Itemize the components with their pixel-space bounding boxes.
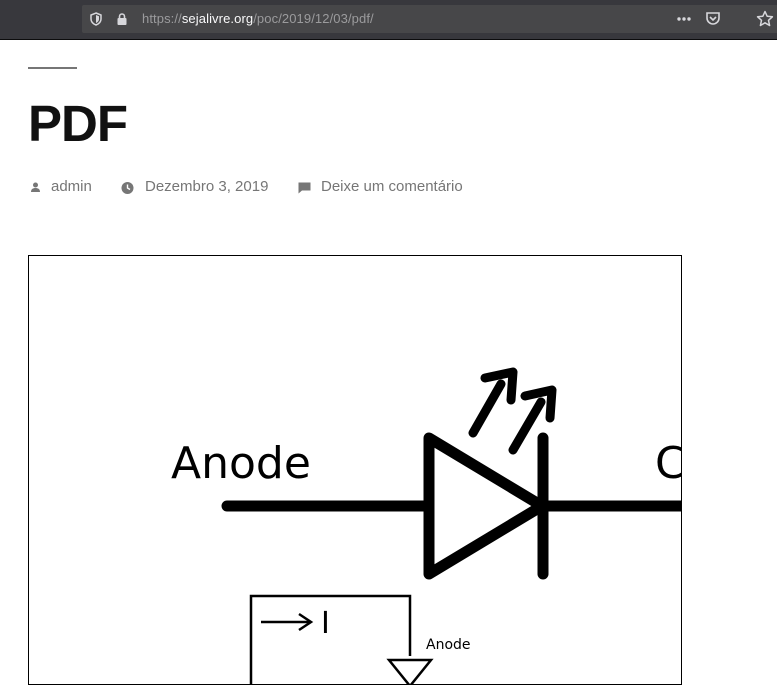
small-diode-triangle [386, 658, 434, 684]
comment-link[interactable]: Deixe um comentário [321, 178, 463, 195]
date-link[interactable]: Dezembro 3, 2019 [145, 178, 268, 195]
page-actions-icon[interactable] [675, 10, 693, 28]
pocket-icon[interactable] [704, 10, 722, 28]
bookmark-star-icon[interactable] [756, 10, 774, 28]
url-path: /poc/2019/12/03/pdf/ [253, 11, 374, 26]
small-anode-label: Anode [426, 637, 471, 653]
tracking-shield-icon[interactable] [89, 12, 103, 26]
author-link[interactable]: admin [51, 178, 92, 195]
diode-triangle [423, 432, 548, 580]
lock-icon[interactable] [115, 12, 129, 26]
cathode-label: C [655, 438, 682, 489]
url-text[interactable]: https://sejalivre.org/poc/2019/12/03/pdf… [142, 11, 374, 26]
post-title: PDF [28, 95, 128, 152]
comment-icon [298, 182, 311, 194]
address-bar[interactable]: https://sejalivre.org/poc/2019/12/03/pdf… [82, 5, 777, 33]
url-scheme: https:// [142, 11, 182, 26]
title-divider [28, 67, 77, 69]
browser-toolbar: https://sejalivre.org/poc/2019/12/03/pdf… [0, 0, 777, 40]
url-host: sejalivre.org [181, 11, 254, 26]
light-arrow-1 [468, 379, 506, 438]
clock-icon [121, 182, 134, 194]
current-label: I [321, 606, 330, 641]
pdf-embed[interactable]: Anode C I Anode [28, 255, 682, 685]
led-diagram: Anode C I Anode [171, 367, 682, 684]
person-icon [31, 182, 40, 192]
light-arrow-2 [508, 397, 546, 455]
anode-label: Anode [171, 438, 311, 489]
